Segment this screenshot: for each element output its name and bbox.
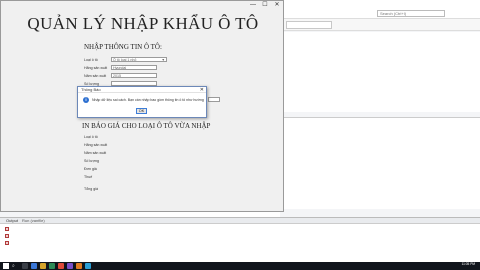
taskbar-app-icon[interactable] xyxy=(49,263,55,269)
task-view-icon[interactable] xyxy=(22,263,28,269)
report-year-label: Năm sản xuất xyxy=(84,151,107,155)
taskbar: ⌕ 11:05 PM xyxy=(0,262,480,270)
dialog-titlebar: Thông Báo ✕ xyxy=(78,87,206,93)
ide-editor-tab[interactable] xyxy=(286,21,332,29)
netbeans-icon[interactable] xyxy=(76,263,82,269)
report-quantity-label: Số lượng xyxy=(84,159,99,163)
maximize-button[interactable]: ☐ xyxy=(259,1,271,9)
taskbar-app-icon[interactable] xyxy=(58,263,64,269)
manufacturer-input[interactable]: Hyundai xyxy=(111,65,157,70)
year-label: Năm sản xuất xyxy=(84,74,107,78)
info-icon: i xyxy=(83,97,89,103)
ide-search-input[interactable]: Search (Ctrl+I) xyxy=(377,10,445,17)
car-type-label: Loại ô tô xyxy=(84,58,98,62)
rerun-icon[interactable] xyxy=(5,234,9,238)
report-unit-price-label: Đơn giá xyxy=(84,167,97,171)
dialog-message: Nhập dữ liệu sai cách. Bạn cần nhập bao … xyxy=(92,98,204,102)
taskbar-app-icon[interactable] xyxy=(85,263,91,269)
chevron-down-icon: ▼ xyxy=(161,58,165,62)
message-dialog: Thông Báo ✕ i Nhập dữ liệu sai cách. Bạn… xyxy=(77,86,207,118)
car-type-select[interactable]: Ô tô loại 1 nhỏ ▼ xyxy=(111,57,167,62)
dialog-title: Thông Báo xyxy=(81,87,101,92)
input-section-title: NHẬP THÔNG TIN Ô TÔ: xyxy=(84,43,162,51)
output-tab[interactable]: Run (vanfile) xyxy=(22,218,45,224)
close-button[interactable]: ✕ xyxy=(271,1,283,9)
ide-editor[interactable] xyxy=(284,32,480,112)
submit-button[interactable] xyxy=(208,97,220,102)
clock-time: 11:05 PM xyxy=(461,262,475,266)
clock[interactable]: 11:05 PM xyxy=(462,262,475,266)
search-icon[interactable]: ⌕ xyxy=(12,263,17,269)
manufacturer-label: Hãng sản xuất xyxy=(84,66,108,70)
ok-button[interactable]: OK xyxy=(136,108,147,114)
car-type-value: Ô tô loại 1 nhỏ xyxy=(113,58,137,62)
output-panel: Output Run (vanfile) xyxy=(0,217,480,262)
year-input[interactable]: 2015 xyxy=(111,73,157,78)
app-title: QUẢN LÝ NHẬP KHẨU Ô TÔ xyxy=(27,14,259,33)
taskbar-app-icon[interactable] xyxy=(67,263,73,269)
output-title[interactable]: Output xyxy=(6,218,18,224)
report-car-type-label: Loại ô tô xyxy=(84,135,98,139)
output-header: Output Run (vanfile) xyxy=(0,218,480,224)
clear-icon[interactable] xyxy=(5,241,9,245)
report-total-label: Tổng giá xyxy=(84,187,98,191)
report-manufacturer-label: Hãng sản xuất xyxy=(84,143,108,147)
report-tax-label: Thuế xyxy=(84,175,93,179)
dialog-close-button[interactable]: ✕ xyxy=(200,87,204,93)
taskbar-app-icon[interactable] xyxy=(31,263,37,269)
stop-icon[interactable] xyxy=(5,227,9,231)
report-section-title: IN BÁO GIÁ CHO LOẠI Ô TÔ VỪA NHẬP xyxy=(82,122,211,130)
minimize-button[interactable]: — xyxy=(247,1,259,9)
window-controls: — ☐ ✕ xyxy=(247,1,283,9)
start-button[interactable] xyxy=(3,263,9,269)
file-explorer-icon[interactable] xyxy=(40,263,46,269)
ide-lower-pane xyxy=(284,117,480,209)
